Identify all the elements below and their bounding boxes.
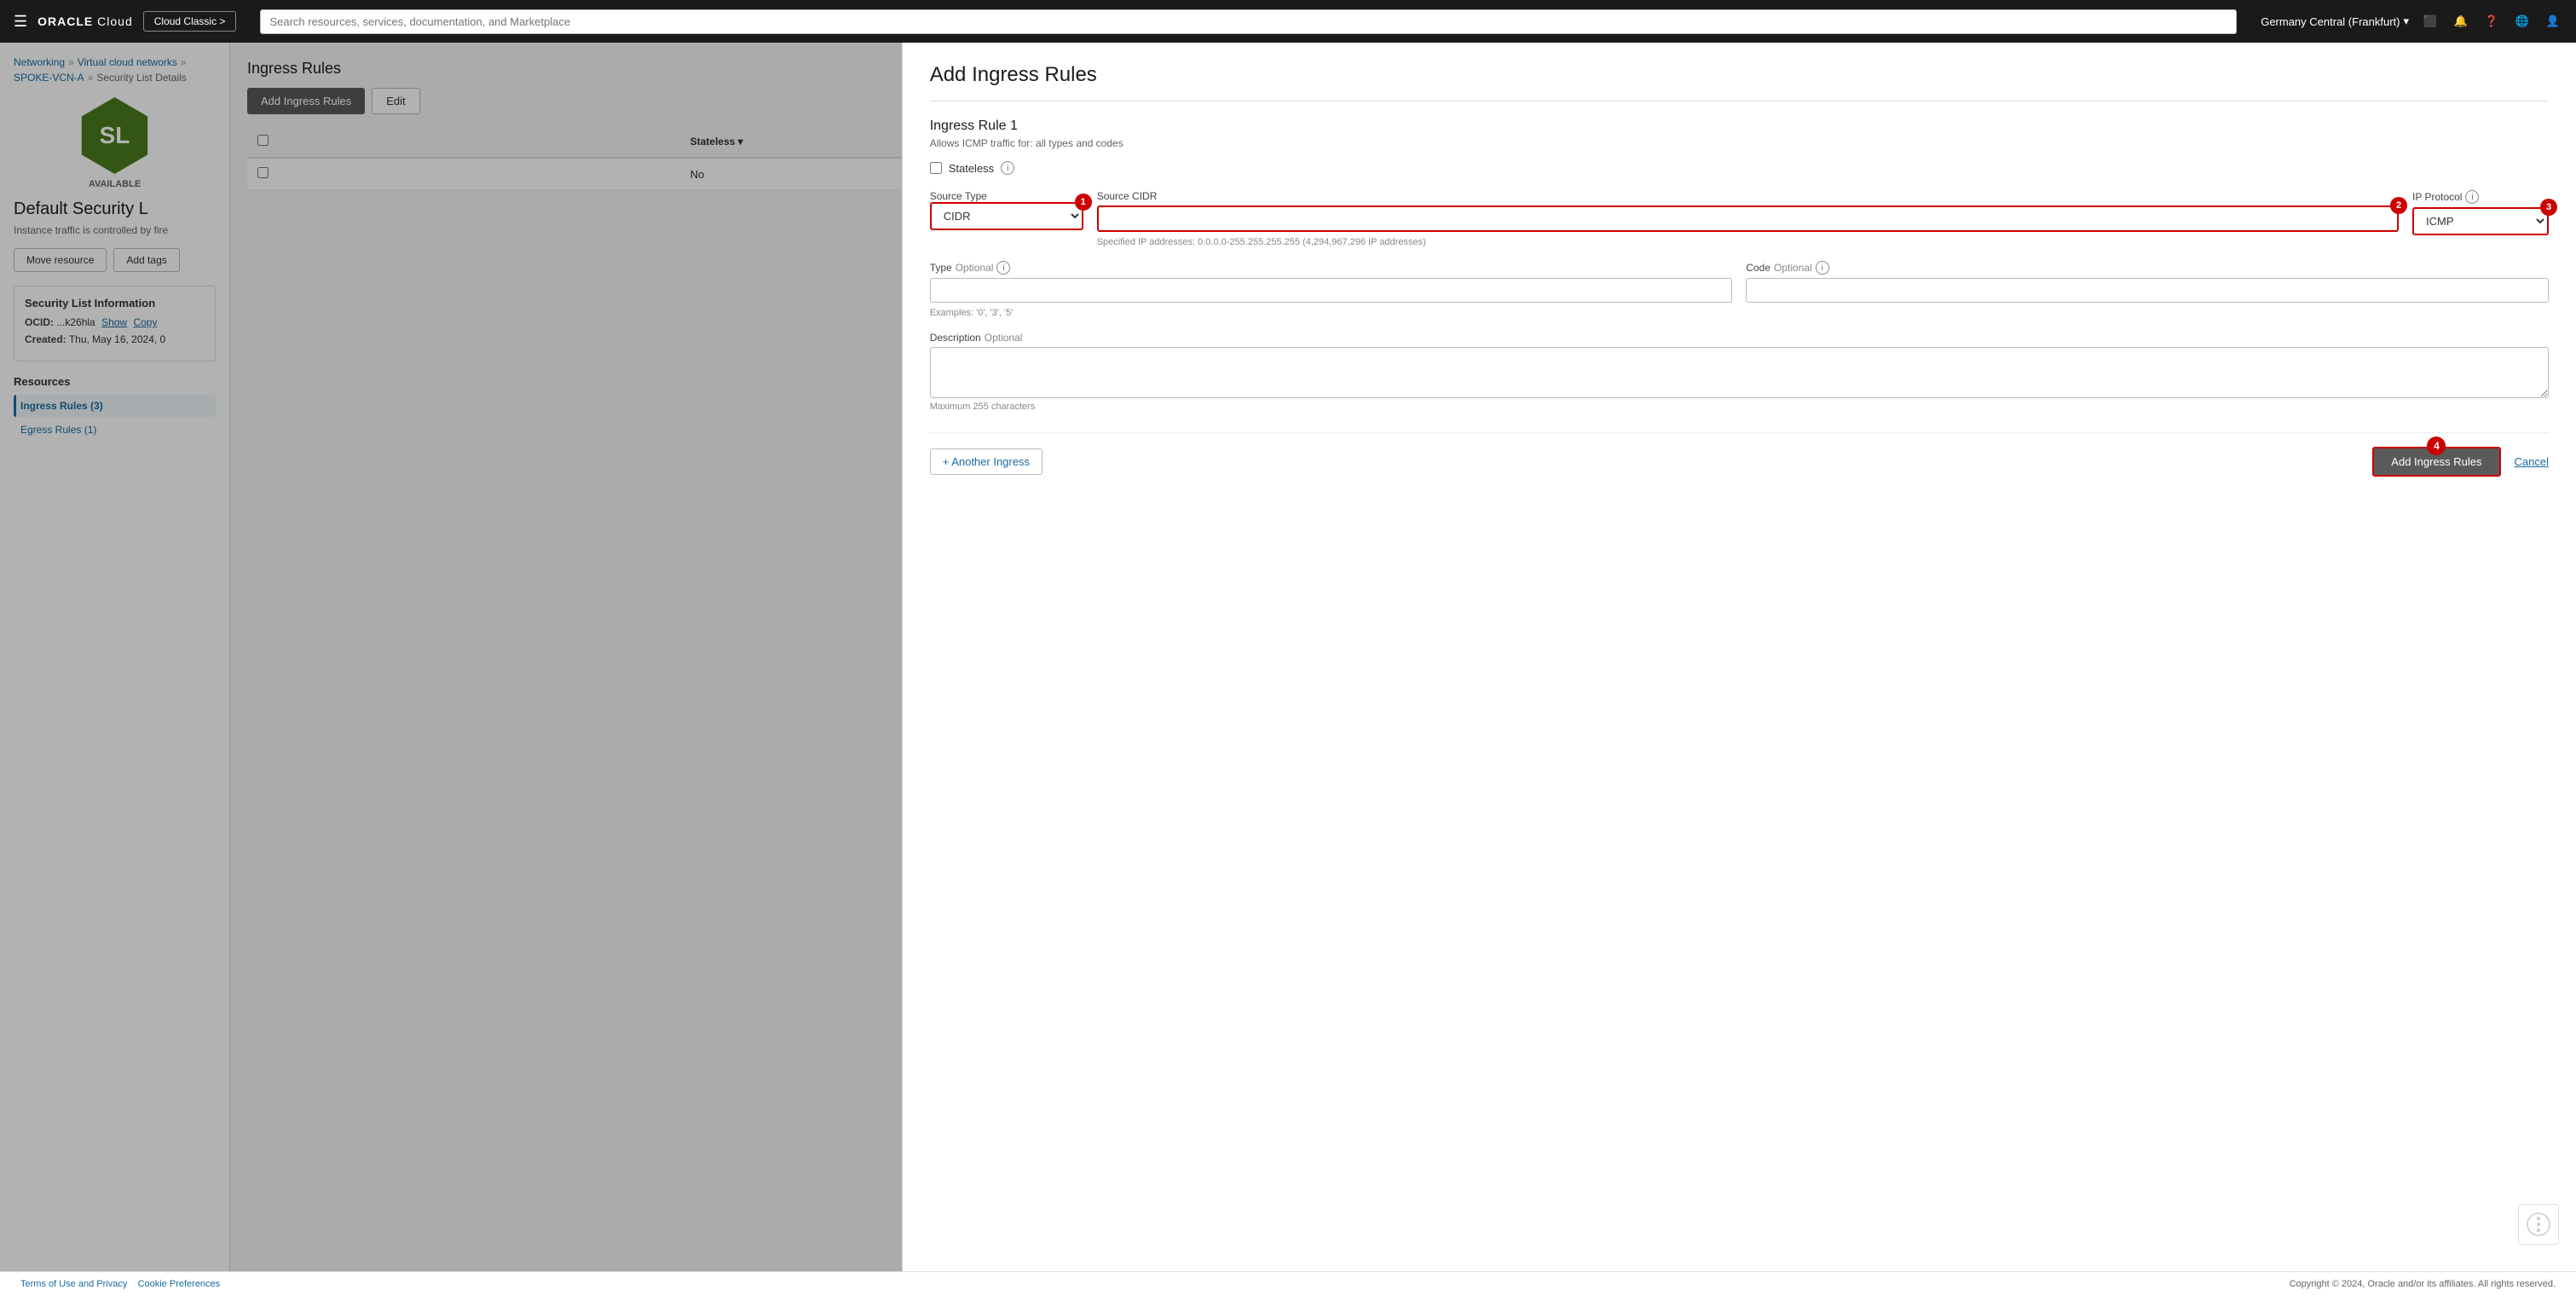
cookies-link[interactable]: Cookie Preferences <box>138 1279 221 1289</box>
source-type-group: Source Type CIDR 1 <box>930 190 1083 230</box>
ip-protocol-label: IP Protocol i <box>2412 190 2549 204</box>
source-type-select[interactable]: CIDR <box>930 202 1083 230</box>
modal-overlay: Add Ingress Rules Ingress Rule 1 Allows … <box>0 43 2576 1296</box>
top-navigation: ☰ ORACLE Cloud Cloud Classic > Germany C… <box>0 0 2576 43</box>
type-info-icon[interactable]: i <box>996 261 1010 275</box>
stateless-info-icon[interactable]: i <box>1001 161 1014 175</box>
step-2-badge: 2 <box>2390 197 2407 214</box>
step-3-badge: 3 <box>2540 199 2557 216</box>
rule-subtitle: Allows ICMP traffic for: all types and c… <box>930 137 2549 149</box>
source-cidr-input[interactable]: 0.0.0.0/0 <box>1097 205 2399 232</box>
help-icon[interactable]: ❓ <box>2482 12 2501 31</box>
terms-link[interactable]: Terms of Use and Privacy <box>20 1279 127 1289</box>
bottom-bar: Terms of Use and Privacy Cookie Preferen… <box>0 1271 2576 1296</box>
type-examples: Examples: '0', '3', '5' <box>930 308 1733 318</box>
stateless-label: Stateless <box>949 162 994 175</box>
submit-row: 4 Add Ingress Rules Cancel <box>2372 447 2549 477</box>
description-max-chars: Maximum 255 characters <box>930 402 2549 412</box>
oracle-logo: ORACLE Cloud <box>38 14 133 28</box>
description-label: Description Optional <box>930 332 2549 344</box>
stateless-checkbox[interactable] <box>930 162 942 174</box>
terminal-icon[interactable]: ⬛ <box>2421 12 2440 31</box>
ip-protocol-group: IP Protocol i ICMP 3 <box>2412 190 2549 235</box>
form-row-2: Type Optional i All Examples: '0', '3', … <box>930 261 2549 318</box>
type-group: Type Optional i All Examples: '0', '3', … <box>930 261 1733 318</box>
code-info-icon[interactable]: i <box>1816 261 1829 275</box>
nav-right: Germany Central (Frankfurt) ▾ ⬛ 🔔 ❓ 🌐 👤 <box>2261 12 2562 31</box>
cancel-button[interactable]: Cancel <box>2515 455 2549 468</box>
type-label: Type Optional i <box>930 261 1733 275</box>
bell-icon[interactable]: 🔔 <box>2452 12 2470 31</box>
source-type-wrapper: Source Type CIDR 1 <box>930 190 1083 230</box>
source-cidr-hint: Specified IP addresses: 0.0.0.0-255.255.… <box>1097 237 2399 247</box>
footer-actions: + Another Ingress 4 Add Ingress Rules Ca… <box>930 432 2549 477</box>
type-input[interactable]: All <box>930 278 1733 303</box>
add-another-ingress-button[interactable]: + Another Ingress <box>930 448 1043 475</box>
helper-icon[interactable] <box>2518 1204 2559 1245</box>
code-input[interactable]: All <box>1746 278 2549 303</box>
ip-protocol-select[interactable]: ICMP <box>2412 207 2549 235</box>
globe-icon[interactable]: 🌐 <box>2513 12 2532 31</box>
code-label: Code Optional i <box>1746 261 2549 275</box>
ip-protocol-info-icon[interactable]: i <box>2465 190 2479 204</box>
chevron-down-icon: ▾ <box>2403 14 2409 28</box>
region-selector[interactable]: Germany Central (Frankfurt) ▾ <box>2261 14 2409 28</box>
description-input[interactable] <box>930 347 2549 398</box>
form-row-1: Source Type CIDR 1 Source CIDR 0.0.0. <box>930 190 2549 247</box>
code-group: Code Optional i All <box>1746 261 2549 318</box>
copyright-text: Copyright © 2024, Oracle and/or its affi… <box>2290 1279 2556 1289</box>
step-1-badge: 1 <box>1075 194 1092 211</box>
source-cidr-group: Source CIDR 0.0.0.0/0 2 Specified IP add… <box>1097 190 2399 247</box>
cloud-classic-button[interactable]: Cloud Classic > <box>143 11 237 32</box>
bottom-left: Terms of Use and Privacy Cookie Preferen… <box>20 1279 220 1289</box>
search-bar[interactable] <box>260 9 2237 34</box>
modal-panel: Add Ingress Rules Ingress Rule 1 Allows … <box>902 43 2576 1296</box>
step-4-badge: 4 <box>2427 437 2446 455</box>
description-group: Description Optional Maximum 255 charact… <box>930 332 2549 412</box>
rule-title: Ingress Rule 1 <box>930 119 2549 134</box>
user-icon[interactable]: 👤 <box>2544 12 2562 31</box>
source-cidr-label: Source CIDR <box>1097 190 2399 202</box>
search-input[interactable] <box>260 9 2237 34</box>
another-ingress-container: + Another Ingress <box>930 448 1043 475</box>
source-type-label: Source Type <box>930 190 1083 202</box>
submit-btn-wrapper: 4 Add Ingress Rules <box>2372 447 2500 477</box>
stateless-row: Stateless i <box>930 161 2549 175</box>
modal-title: Add Ingress Rules <box>930 63 2549 87</box>
hamburger-icon[interactable]: ☰ <box>14 13 27 31</box>
